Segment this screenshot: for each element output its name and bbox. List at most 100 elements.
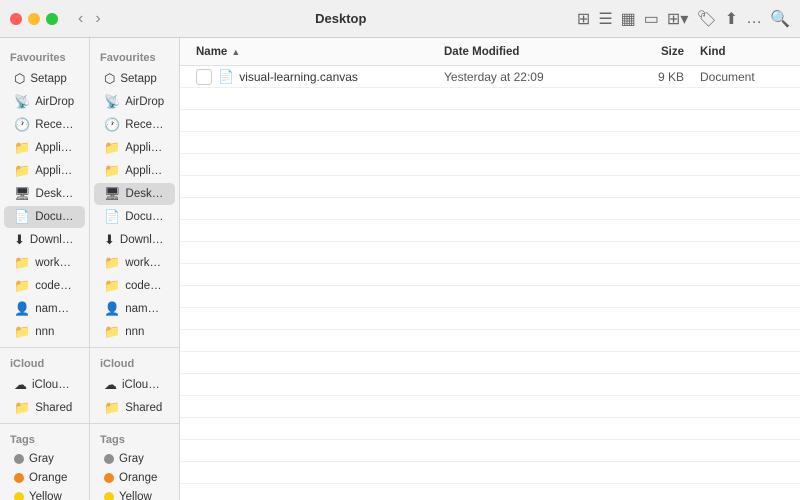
file-modified: Yesterday at 22:09: [444, 70, 604, 84]
item-label: iCloud Dri...: [122, 379, 165, 391]
item-label: Downloads: [30, 234, 75, 246]
item-icon: 📁: [14, 324, 30, 340]
sidebar-item-code-ref---[interactable]: 📁code-ref...: [94, 275, 175, 297]
file-name: visual-learning.canvas: [239, 70, 444, 84]
empty-row: [180, 462, 800, 484]
item-icon: 📁: [104, 324, 120, 340]
sidebar-item-namuan[interactable]: 👤namuan: [94, 298, 175, 320]
titlebar: ‹ › Desktop ⊞ ☰ ▦ ▭ ⊞▾ 🏷 ⬆ … 🔍: [0, 0, 800, 38]
sidebar-item-downloads[interactable]: ⬇Downloads: [4, 229, 85, 251]
sidebar-item-shared[interactable]: 📁Shared: [94, 397, 175, 419]
item-label: code-ref...: [35, 280, 75, 292]
sidebar-item-applicati---[interactable]: 📁Applicati...: [94, 160, 175, 182]
item-label: Applicati...: [35, 165, 75, 177]
item-label: Orange: [119, 472, 157, 484]
sidebar-item-applicati---[interactable]: 📁Applicati...: [94, 137, 175, 159]
sidebar-item-downloads[interactable]: ⬇Downloads: [94, 229, 175, 251]
sidebar-item-recents[interactable]: 🕐 Recents: [4, 114, 85, 136]
sidebar-item-gray[interactable]: Gray: [94, 450, 175, 468]
tag-dot-gray: [14, 454, 24, 464]
section-divider: [0, 347, 89, 348]
section-header-icloud: iCloud: [0, 352, 89, 373]
sidebar-item-nnn[interactable]: 📁nnn: [4, 321, 85, 343]
sidebar-item-airdrop[interactable]: 📡 AirDrop: [4, 91, 85, 113]
sidebar-item-yellow[interactable]: Yellow: [4, 488, 85, 500]
section-header-tags: Tags: [90, 428, 179, 449]
sidebar-item-recents[interactable]: 🕐Recents: [94, 114, 175, 136]
file-size: 9 KB: [604, 70, 684, 84]
sidebar-item-shared[interactable]: 📁Shared: [4, 397, 85, 419]
sidebar-item-setapp[interactable]: ⬡Setapp: [4, 68, 85, 90]
col-kind-header[interactable]: Kind: [684, 46, 784, 58]
sidebar-item-applicati---[interactable]: 📁Applicati...: [4, 137, 85, 159]
sidebar-item-namuan[interactable]: 👤namuan: [4, 298, 85, 320]
item-label: Setapp: [30, 73, 66, 85]
close-button[interactable]: [10, 13, 22, 25]
item-label: Recents: [35, 119, 75, 131]
item-label: Desktop: [36, 188, 75, 200]
view-grid-icon[interactable]: ⊞: [577, 9, 590, 29]
empty-row: [180, 286, 800, 308]
sidebar-item-gray[interactable]: Gray: [4, 450, 85, 468]
section-header-favourites: Favourites: [0, 46, 89, 67]
col-name-header[interactable]: Name ▲: [196, 46, 444, 58]
file-list: 📄 visual-learning.canvasYesterday at 22:0…: [180, 66, 800, 500]
item-icon: 👤: [14, 301, 30, 317]
file-checkbox[interactable]: [196, 69, 212, 85]
share-icon[interactable]: ⬆: [725, 9, 738, 29]
tag-icon[interactable]: 🏷: [696, 9, 716, 29]
item-icon: 📁: [104, 163, 120, 179]
item-label: Downloads: [120, 234, 165, 246]
item-icon: 🖥: [104, 186, 121, 202]
action-icon[interactable]: …: [746, 10, 762, 28]
item-icon: 🕐: [104, 117, 120, 133]
sidebar-item-desktop[interactable]: 🖥Desktop: [94, 183, 175, 205]
col-size-header[interactable]: Size: [604, 46, 684, 58]
item-label: code-ref...: [125, 280, 165, 292]
tag-dot-yellow: [14, 492, 24, 500]
sidebar-item-icloud-dri---[interactable]: ☁iCloud Dri...: [94, 374, 175, 396]
file-icon: 📄: [218, 69, 234, 85]
sidebar-item-code-ref---[interactable]: 📁code-ref...: [4, 275, 85, 297]
sidebar-item-documents[interactable]: 📄Documents: [4, 206, 85, 228]
sidebar-item-orange[interactable]: Orange: [4, 469, 85, 487]
sidebar-item-icloud-dri---[interactable]: ☁iCloud Dri...: [4, 374, 85, 396]
minimize-button[interactable]: [28, 13, 40, 25]
item-icon: 📁: [104, 140, 120, 156]
empty-row: [180, 330, 800, 352]
item-icon: 📄: [14, 209, 30, 225]
tag-dot-gray: [104, 454, 114, 464]
view-gallery-icon[interactable]: ▭: [644, 9, 659, 29]
item-icon: 📁: [14, 255, 30, 271]
sidebar-item-desktop[interactable]: 🖥Desktop: [4, 183, 85, 205]
sidebar-item-workspace[interactable]: 📁workspace: [94, 252, 175, 274]
item-label: nnn: [125, 326, 144, 338]
sidebar-item-applicati---[interactable]: 📁Applicati...: [4, 160, 85, 182]
item-icon: 📁: [104, 255, 120, 271]
empty-row: [180, 418, 800, 440]
nav-buttons: ‹ ›: [74, 9, 105, 29]
view-columns-icon[interactable]: ▦: [621, 9, 636, 29]
sidebar-item-setapp[interactable]: ⬡Setapp: [94, 68, 175, 90]
item-label: AirDrop: [35, 96, 74, 108]
sidebar-item-workspace[interactable]: 📁 workspace: [4, 252, 85, 274]
empty-row: [180, 352, 800, 374]
sidebar-item-airdrop[interactable]: 📡AirDrop: [94, 91, 175, 113]
empty-row: [180, 242, 800, 264]
sidebar-item-orange[interactable]: Orange: [94, 469, 175, 487]
sidebar-item-nnn[interactable]: 📁 nnn: [94, 321, 175, 343]
item-icon: 🕐: [14, 117, 30, 133]
empty-row: [180, 396, 800, 418]
col-modified-header[interactable]: Date Modified: [444, 46, 604, 58]
item-icon: 📡: [14, 94, 30, 110]
sidebar-item-yellow[interactable]: Yellow: [94, 488, 175, 500]
back-button[interactable]: ‹: [74, 9, 87, 29]
sort-icon[interactable]: ⊞▾: [667, 9, 688, 29]
item-label: workspace: [35, 257, 75, 269]
maximize-button[interactable]: [46, 13, 58, 25]
sidebar-item-documents[interactable]: 📄Documents: [94, 206, 175, 228]
view-list-icon[interactable]: ☰: [598, 9, 612, 29]
search-icon[interactable]: 🔍: [770, 9, 790, 29]
table-row[interactable]: 📄 visual-learning.canvasYesterday at 22:0…: [180, 66, 800, 88]
forward-button[interactable]: ›: [91, 9, 104, 29]
